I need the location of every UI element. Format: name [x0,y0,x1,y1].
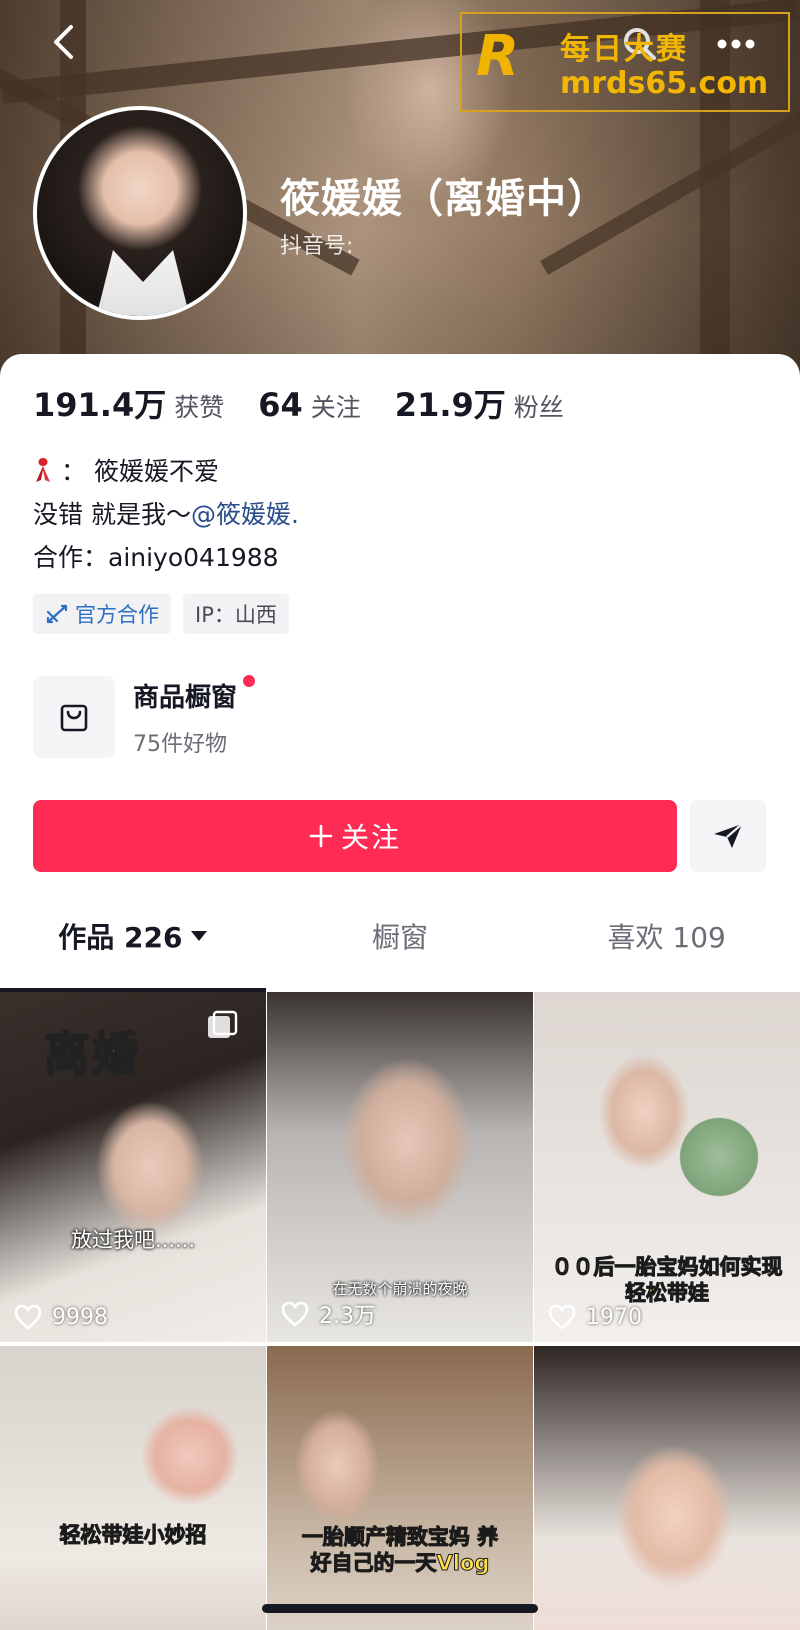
video-like-value: 2.3万 [319,1304,376,1329]
bio-line-1-text: 筱媛媛不爱 [93,457,219,486]
multi-image-icon [208,1010,238,1038]
profile-page: R 每日大赛 mrds65.com 筱媛媛（离婚中） 抖音号: 191.4万 获… [0,0,800,1630]
video-like-count: 2.3万 [281,1298,376,1330]
stat-followers-label: 粉丝 [513,393,564,422]
shop-subtitle: 75件好物 [133,731,227,757]
video-thumbnail[interactable] [534,1346,800,1630]
plus-icon [309,824,333,848]
tab-showcase-label: 橱窗 [372,921,429,954]
tab-likes[interactable]: 喜欢 109 [533,904,800,968]
bio-mention-link[interactable]: @筱媛媛. [191,500,299,529]
tab-likes-label: 喜欢 109 [607,921,726,954]
video-caption: ００后一胎宝妈如何实现 轻松带娃 [551,1255,783,1306]
tab-showcase[interactable]: 橱窗 [267,904,534,968]
video-like-value: 9998 [52,1304,108,1330]
tab-works-label: 作品 226 [58,921,183,954]
bio-line-2: 没错 就是我～@筱媛媛. [33,493,299,536]
content-tabs: 作品 226 橱窗 喜欢 109 [0,904,800,968]
caret-down-icon [191,931,208,941]
bio-line-1-sep: ： [61,457,87,486]
stat-likes-label: 获赞 [174,393,225,422]
follow-button-label: 关注 [340,821,401,854]
video-thumbnail[interactable]: 离婚 放过我吧...... 9998 [0,992,266,1342]
chevron-left-icon [54,25,73,59]
shop-text: 商品橱窗 75件好物 [133,674,256,758]
stat-following[interactable]: 64 关注 [258,386,361,424]
video-thumbnail[interactable]: 一胎顺产精致宝妈 养好自己的一天Vlog [267,1346,533,1630]
stat-followers-value: 21.9万 [394,386,506,424]
video-like-count: 9998 [14,1304,108,1330]
back-button[interactable] [44,22,84,62]
video-caption: 轻松带娃小妙招 [59,1523,207,1548]
shop-window-entry[interactable]: 商品橱窗 75件好物 [33,674,256,758]
heart-icon [14,1304,42,1330]
red-ribbon-icon [36,458,50,482]
bio-line-3: 合作：ainiyo041988 [33,543,279,572]
douyin-id[interactable]: 抖音号: [280,228,353,260]
video-thumbnail[interactable]: ００后一胎宝妈如何实现 轻松带娃 1970 [534,992,800,1342]
video-thumbnail[interactable]: 在无数个崩溃的夜晚 2.3万 [267,992,533,1342]
shopping-bag-icon [60,704,88,732]
bio-line-1: ： 筱媛媛不爱 [33,450,299,493]
stat-following-value: 64 [258,386,303,424]
video-like-count: 1970 [548,1304,642,1330]
follow-button[interactable]: 关注 [33,800,677,872]
send-message-button[interactable] [690,800,766,872]
watermark-url: mrds65.com [560,66,769,101]
video-grid: 离婚 放过我吧...... 9998 在无数个崩溃的夜晚 2.3万 ００后一胎宝… [0,992,800,1630]
shop-notification-dot [243,674,256,687]
stat-likes-value: 191.4万 [33,386,167,424]
official-cooperation-tag[interactable]: 官方合作 [33,594,171,634]
video-caption: 放过我吧...... [70,1228,196,1252]
more-button[interactable] [712,24,760,64]
heart-icon [281,1301,309,1327]
bio-line-2-text: 没错 就是我～ [33,500,191,529]
video-thumbnail[interactable]: 轻松带娃小妙招 [0,1346,266,1630]
video-caption: 一胎顺产精致宝妈 养好自己的一天Vlog [301,1525,499,1576]
profile-card: 191.4万 获赞 64 关注 21.9万 粉丝 ： 筱媛媛不爱 没错 就是我～… [0,354,800,1630]
ip-location-label: IP：山西 [195,603,277,627]
profile-tags: 官方合作 IP：山西 [33,594,289,634]
profile-bio: ： 筱媛媛不爱 没错 就是我～@筱媛媛. 合作：ainiyo041988 [33,450,299,579]
more-dots-icon [717,39,755,49]
watermark-logo: R [476,24,520,89]
stat-following-label: 关注 [310,393,361,422]
stat-followers[interactable]: 21.9万 粉丝 [395,380,564,426]
avatar[interactable] [33,106,247,320]
stats-row: 191.4万 获赞 64 关注 21.9万 粉丝 [33,380,564,426]
send-arrow-icon [714,823,743,848]
stat-likes[interactable]: 191.4万 获赞 [33,380,224,426]
profile-nickname: 筱媛媛（离婚中） [280,176,608,222]
tab-works[interactable]: 作品 226 [0,904,267,968]
video-like-value: 1970 [586,1304,642,1330]
video-overlay-text: 离婚 [43,1026,140,1082]
cooperation-icon [46,604,68,624]
shop-icon-box [33,676,115,758]
watermark-title: 每日大赛 [560,32,688,67]
ip-location-tag: IP：山西 [183,594,289,634]
heart-icon [548,1304,576,1330]
shop-title: 商品橱窗 [133,674,256,714]
official-cooperation-label: 官方合作 [75,603,159,627]
video-caption: 在无数个崩溃的夜晚 [332,1280,468,1298]
home-indicator[interactable] [262,1604,538,1613]
